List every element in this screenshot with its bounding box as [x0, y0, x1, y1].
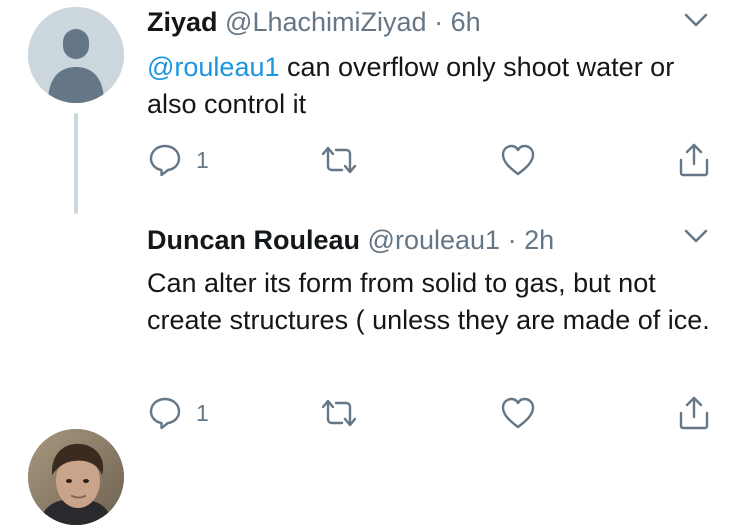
like-icon	[501, 144, 535, 176]
reply-icon	[149, 144, 181, 177]
retweet-button[interactable]	[319, 140, 359, 180]
share-icon	[679, 143, 709, 177]
reply-button[interactable]: 1	[148, 393, 209, 433]
timestamp[interactable]: 2h	[524, 225, 554, 255]
display-name[interactable]: Ziyad	[147, 7, 218, 37]
reply-button[interactable]: 1	[148, 140, 209, 180]
reply-count: 1	[196, 399, 209, 426]
tweet[interactable]: Duncan Rouleau @rouleau1 · 2h Can alter …	[0, 208, 746, 525]
display-name[interactable]: Duncan Rouleau	[147, 225, 360, 255]
reply-icon	[149, 397, 181, 430]
tweet-text-content: Can alter its form from solid to gas, bu…	[147, 268, 710, 335]
tweet[interactable]: Ziyad @LhachimiZiyad · 6h @rouleau1 can …	[0, 0, 746, 208]
chevron-down-icon[interactable]	[682, 226, 710, 246]
tweet-text: Can alter its form from solid to gas, bu…	[147, 265, 717, 339]
tweet-header: Ziyad @LhachimiZiyad · 6h	[147, 4, 481, 40]
like-icon	[501, 397, 535, 429]
user-handle[interactable]: @LhachimiZiyad	[225, 7, 427, 37]
tweet-actions: 1	[0, 393, 746, 433]
like-button[interactable]	[500, 393, 536, 433]
retweet-icon	[321, 399, 357, 427]
user-handle[interactable]: @rouleau1	[368, 225, 501, 255]
retweet-button[interactable]	[319, 393, 359, 433]
timestamp[interactable]: 6h	[451, 7, 481, 37]
share-button[interactable]	[677, 393, 711, 433]
like-button[interactable]	[500, 140, 536, 180]
mention-link[interactable]: @rouleau1	[147, 52, 280, 82]
reply-count: 1	[196, 146, 209, 173]
retweet-icon	[321, 146, 357, 174]
chevron-down-icon[interactable]	[682, 10, 710, 30]
tweet-text: @rouleau1 can overflow only shoot water …	[147, 49, 717, 123]
separator-dot: ·	[434, 7, 444, 37]
user-photo[interactable]	[28, 429, 124, 525]
tweet-actions: 1	[0, 140, 746, 180]
share-icon	[679, 396, 709, 430]
separator-dot: ·	[507, 225, 517, 255]
tweet-header: Duncan Rouleau @rouleau1 · 2h	[147, 222, 554, 258]
share-button[interactable]	[677, 140, 711, 180]
default-avatar-icon[interactable]	[28, 7, 124, 103]
